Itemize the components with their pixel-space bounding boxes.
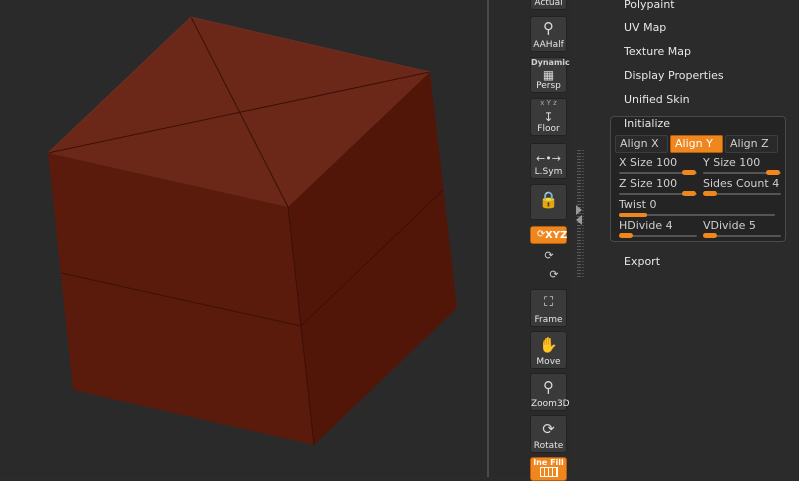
vdivide-slider[interactable]: VDivide 5	[703, 219, 781, 239]
zoom-icon: ⚲	[543, 378, 554, 396]
menu-export[interactable]: Export	[624, 255, 660, 269]
actual-button[interactable]: Actual	[530, 0, 567, 10]
move-button[interactable]: ✋ Move	[530, 331, 567, 369]
floor-label: Floor	[537, 124, 560, 134]
panel-splitter-accent	[582, 150, 584, 278]
x-size-slider[interactable]: X Size 100	[619, 156, 697, 176]
hdivide-value: 4	[665, 219, 673, 232]
frame-icon: ⛶	[543, 295, 554, 310]
z-size-label: Z Size	[619, 177, 653, 190]
3d-viewport[interactable]	[0, 0, 487, 477]
polyframe-icon	[540, 467, 558, 477]
vdivide-value: 5	[748, 219, 756, 232]
collapse-left-arrow-icon[interactable]	[576, 215, 582, 225]
line-fill-button[interactable]: Ine Fill	[530, 457, 567, 481]
vdivide-label: VDivide	[703, 219, 746, 232]
z-size-handle[interactable]	[682, 191, 696, 196]
xyz-button[interactable]: ⟳ XYZ	[530, 226, 567, 244]
menu-polypaint[interactable]: Polypaint	[624, 0, 675, 12]
frame-button[interactable]: ⛶ Frame	[530, 289, 567, 327]
sides-count-value: 4	[772, 177, 780, 190]
x-size-handle[interactable]	[682, 170, 696, 175]
y-size-handle[interactable]	[766, 170, 780, 175]
sides-count-slider[interactable]: Sides Count 4	[703, 177, 781, 197]
hdivide-slider[interactable]: HDivide 4	[619, 219, 697, 239]
hand-icon: ✋	[539, 336, 558, 354]
z-size-value: 100	[656, 177, 678, 190]
floor-axes-label: x Y z	[540, 99, 557, 107]
persp-button[interactable]: Dynamic ▦ Persp	[530, 57, 570, 93]
menu-unified-skin[interactable]: Unified Skin	[624, 93, 690, 107]
zoom3d-label: Zoom3D	[531, 399, 570, 409]
y-size-slider[interactable]: Y Size 100	[703, 156, 781, 176]
align-z-button[interactable]: Align Z	[725, 135, 778, 153]
rotate-icon: ⟳	[542, 420, 555, 438]
menu-texture-map[interactable]: Texture Map	[624, 45, 691, 59]
line-fill-label: Ine Fill	[533, 458, 564, 467]
rotate-y-icon[interactable]: ⟳	[540, 249, 558, 262]
zoom3d-button[interactable]: ⚲ Zoom3D	[530, 373, 570, 411]
hdivide-handle[interactable]	[619, 233, 633, 238]
magnifier-icon: ⚲	[543, 19, 554, 37]
align-y-button[interactable]: Align Y	[670, 135, 723, 153]
frame-label: Frame	[534, 315, 563, 325]
twist-slider[interactable]: Twist 0	[619, 198, 775, 218]
lsym-label: L.Sym	[534, 167, 563, 177]
aahalf-button[interactable]: ⚲ AAHalf	[530, 16, 567, 52]
rotate-button[interactable]: ⟳ Rotate	[530, 415, 567, 453]
actual-label: Actual	[534, 0, 563, 8]
floor-button[interactable]: x Y z ↧ Floor	[530, 98, 567, 136]
xyz-label: XYZ	[545, 230, 568, 241]
hdivide-label: HDivide	[619, 219, 663, 232]
lsym-button[interactable]: ←•→ L.Sym	[530, 143, 567, 179]
x-size-value: 100	[656, 156, 678, 169]
y-size-label: Y Size	[703, 156, 736, 169]
menu-initialize[interactable]: Initialize	[624, 117, 670, 131]
twist-label: Twist	[619, 198, 646, 211]
align-x-button[interactable]: Align X	[615, 135, 668, 153]
rotate-z-icon[interactable]: ⟳	[545, 268, 563, 281]
x-size-label: X Size	[619, 156, 653, 169]
z-size-slider[interactable]: Z Size 100	[619, 177, 697, 197]
move-label: Move	[536, 357, 561, 367]
expand-right-arrow-icon[interactable]	[576, 205, 582, 215]
menu-display-properties[interactable]: Display Properties	[624, 69, 724, 83]
right-shelf-toolbar: Actual ⚲ AAHalf Dynamic ▦ Persp x Y z ↧ …	[527, 0, 571, 481]
persp-label: Persp	[536, 81, 561, 91]
camera-lock-icon: 🔒	[538, 190, 559, 209]
menu-uv-map[interactable]: UV Map	[624, 21, 666, 35]
sides-count-handle[interactable]	[703, 191, 717, 196]
twist-fill	[619, 213, 647, 217]
y-size-value: 100	[739, 156, 761, 169]
aahalf-label: AAHalf	[533, 40, 564, 50]
cube-mesh[interactable]	[0, 0, 487, 477]
camera-lock-button[interactable]: 🔒	[530, 184, 567, 220]
rotate-label: Rotate	[533, 441, 564, 451]
vdivide-handle[interactable]	[703, 233, 717, 238]
symmetry-icon: ←•→	[536, 152, 561, 165]
toolbar-gutter	[489, 0, 527, 477]
sides-count-label: Sides Count	[703, 177, 769, 190]
twist-value: 0	[649, 198, 657, 211]
